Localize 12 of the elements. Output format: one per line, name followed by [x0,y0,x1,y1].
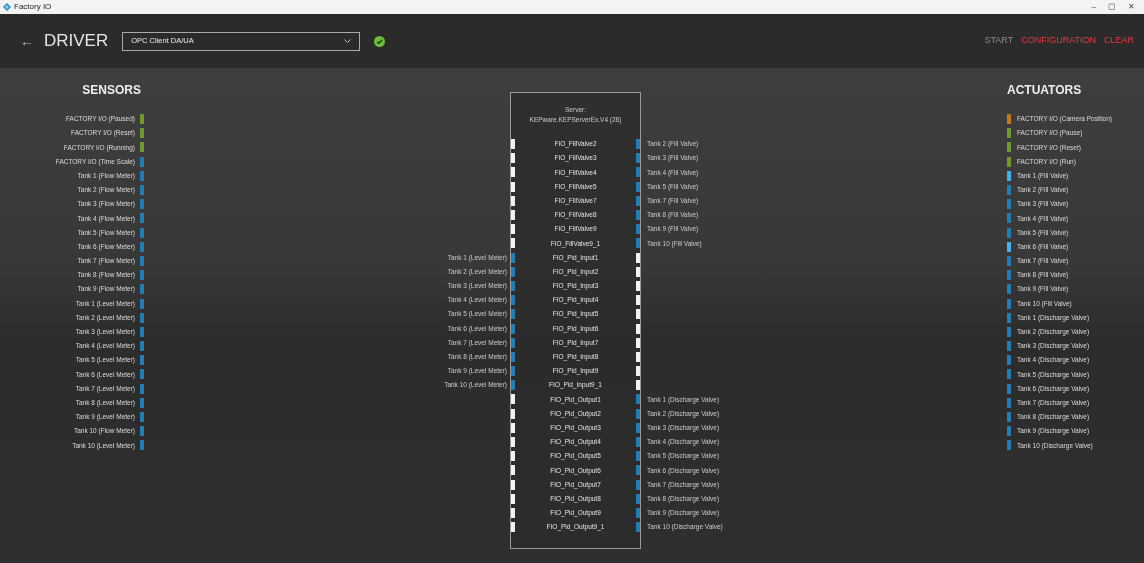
window-control[interactable]: ▢ [1108,3,1116,11]
actuators-heading: ACTUATORS [1007,82,1083,99]
window-control[interactable]: ✕ [1128,3,1135,11]
app-logo-icon [3,3,11,11]
chevron-down-icon [344,38,352,44]
header-action[interactable]: CLEAR [1104,34,1134,48]
page-title: DRIVER [44,30,109,53]
header-action[interactable]: CONFIGURATION [1021,34,1096,48]
sensors-heading: SENSORS [82,82,141,99]
window-title: Factory IO [14,1,52,13]
back-button[interactable]: ← [20,30,34,52]
window-control[interactable]: – [1091,3,1096,11]
